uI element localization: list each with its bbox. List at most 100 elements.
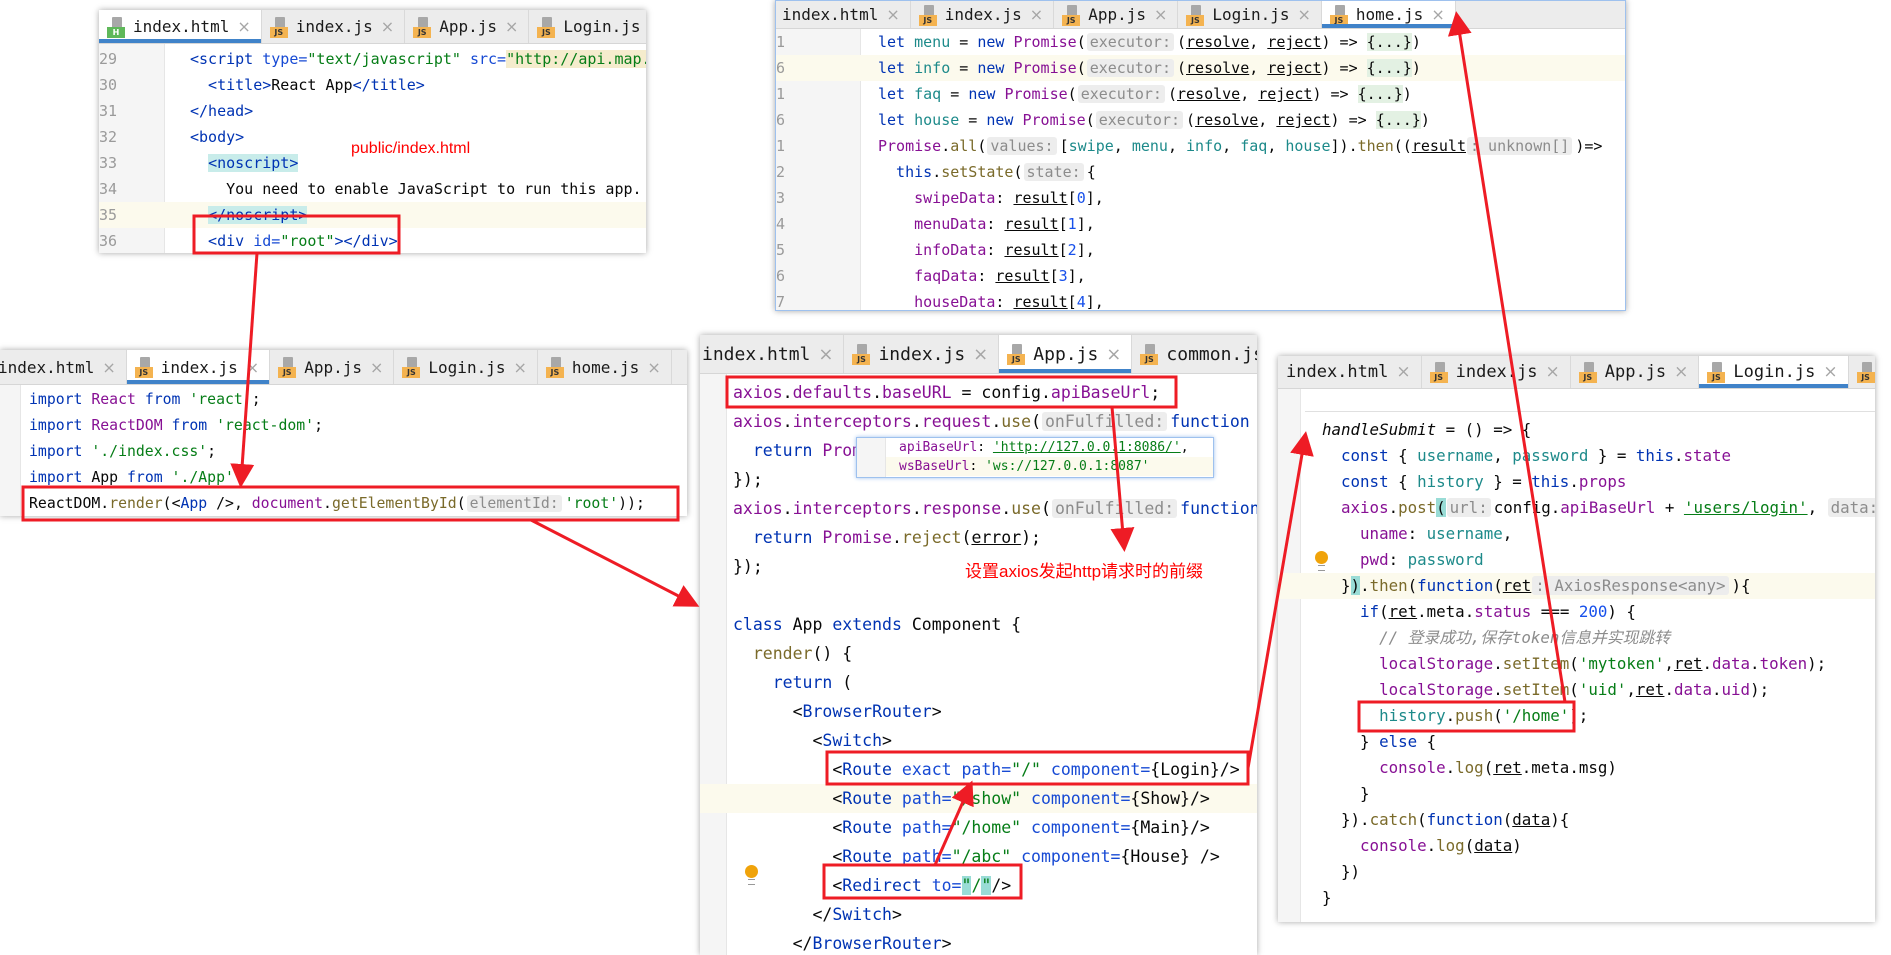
code-line[interactable]: 6 let info = new Promise(executor: (resolv… bbox=[776, 55, 1625, 81]
code-line[interactable]: axios.post(url: config.apiBaseUrl + 'user… bbox=[1278, 495, 1875, 521]
close-tab-icon[interactable]: × bbox=[1396, 362, 1410, 382]
tab-index-js[interactable]: JS index.js × bbox=[1422, 356, 1571, 388]
code-line[interactable]: return ( bbox=[700, 668, 1257, 697]
tab-App-js[interactable]: JS App.js × bbox=[999, 335, 1133, 373]
tab-index-js[interactable]: JS index.js × bbox=[262, 10, 406, 43]
close-tab-icon[interactable]: × bbox=[1297, 5, 1310, 24]
code-line[interactable]: handleSubmit = () => { bbox=[1278, 417, 1875, 443]
code-area[interactable]: 1 let menu = new Promise(executor: (resolv… bbox=[776, 29, 1625, 310]
close-tab-icon[interactable]: × bbox=[1154, 5, 1167, 24]
code-line[interactable]: import React from 'react'; bbox=[0, 387, 687, 413]
code-line[interactable]: uname: username, bbox=[1278, 521, 1875, 547]
tab-home-js[interactable]: JShome.js× bbox=[1321, 1, 1456, 28]
close-tab-icon[interactable]: × bbox=[647, 358, 660, 377]
close-tab-icon[interactable]: × bbox=[505, 17, 518, 36]
close-tab-icon[interactable]: × bbox=[973, 344, 988, 365]
code-line[interactable] bbox=[700, 581, 1257, 610]
tab-Login-js[interactable]: JSLogin.js× bbox=[1699, 356, 1849, 388]
code-line[interactable]: 1 let menu = new Promise(executor: (resolv… bbox=[776, 29, 1625, 55]
tab-home-js[interactable]: JShome.js× bbox=[538, 350, 672, 384]
close-tab-icon[interactable]: × bbox=[1431, 5, 1444, 24]
lightbulb-icon[interactable] bbox=[745, 865, 758, 885]
code-line[interactable]: } else { bbox=[1278, 729, 1875, 755]
code-line[interactable]: }) bbox=[1278, 859, 1875, 885]
tab-index-js[interactable]: JS index.js × bbox=[844, 335, 1000, 373]
code-line[interactable]: 2 this.setState(state:{ bbox=[776, 159, 1625, 185]
close-tab-icon[interactable]: × bbox=[1674, 362, 1688, 382]
close-tab-icon[interactable]: × bbox=[886, 5, 899, 24]
tab-App-js[interactable]: JS App.js × bbox=[1054, 1, 1179, 28]
code-line[interactable]: 36 <div id="root"></div> bbox=[99, 228, 646, 253]
code-line[interactable]: }).catch(function(data){ bbox=[1278, 807, 1875, 833]
code-line[interactable]: const { username, password } = this.stat… bbox=[1278, 443, 1875, 469]
code-line[interactable]: axios.interceptors.response.use(onFulfil… bbox=[700, 494, 1257, 523]
tab-index-js[interactable]: JS index.js × bbox=[126, 350, 271, 384]
code-line[interactable]: const { history } = this.props bbox=[1278, 469, 1875, 495]
code-line[interactable]: return Promise.reject(error); bbox=[700, 523, 1257, 552]
code-line[interactable]: render() { bbox=[700, 639, 1257, 668]
code-line[interactable]: 35 </noscript> bbox=[99, 202, 646, 228]
code-line[interactable]: 4 menuData: result[1], bbox=[776, 211, 1625, 237]
code-line[interactable]: ReactDOM.render(<App />, document.getEle… bbox=[0, 491, 687, 516]
code-line[interactable]: localStorage.setItem('uid',ret.data.uid)… bbox=[1278, 677, 1875, 703]
code-line[interactable]: 29 <script type="text/javascript" src="ht… bbox=[99, 46, 646, 72]
code-line[interactable]: axios.defaults.baseURL = config.apiBaseU… bbox=[700, 378, 1257, 407]
code-line[interactable]: </Switch> bbox=[700, 900, 1257, 929]
code-line[interactable]: </BrowserRouter> bbox=[700, 929, 1257, 955]
close-tab-icon[interactable]: × bbox=[102, 358, 115, 377]
code-line[interactable]: 6 let house = new Promise(executor: (resol… bbox=[776, 107, 1625, 133]
tab-App-js[interactable]: JS App.js × bbox=[270, 350, 395, 384]
code-line[interactable]: 1 Promise.all(values: [swipe, menu, info, … bbox=[776, 133, 1625, 159]
close-tab-icon[interactable]: × bbox=[818, 344, 833, 365]
lightbulb-icon[interactable] bbox=[1315, 551, 1328, 571]
code-line[interactable]: console.log(data) bbox=[1278, 833, 1875, 859]
code-line[interactable]: // 登录成功,保存token信息并实现跳转 bbox=[1278, 625, 1875, 651]
tab-Login-js[interactable]: JSLogin.js× bbox=[394, 350, 538, 384]
code-area[interactable]: handleSubmit = () => { const { username,… bbox=[1278, 389, 1875, 922]
code-line[interactable]: <Route path="/abc" component={House} /> bbox=[700, 842, 1257, 871]
code-area[interactable]: import React from 'react'; import ReactDO… bbox=[0, 385, 687, 516]
code-line[interactable]: 30 <title>React App</title> bbox=[99, 72, 646, 98]
code-line[interactable]: 34 You need to enable JavaScript to run … bbox=[99, 176, 646, 202]
close-tab-icon[interactable]: × bbox=[237, 17, 250, 36]
code-line[interactable]: <Redirect to="/"/> bbox=[700, 871, 1257, 900]
code-line[interactable]: axios.interceptors.request.use(onFulfill… bbox=[700, 407, 1257, 436]
code-line[interactable]: <Route path="/home" component={Main}/> bbox=[700, 813, 1257, 842]
close-tab-icon[interactable]: × bbox=[370, 358, 383, 377]
code-line[interactable]: history.push('/home'); bbox=[1278, 703, 1875, 729]
tab-index-html[interactable]: Hindex.html× bbox=[99, 10, 262, 43]
tab-index-html[interactable]: Hindex.html× bbox=[700, 335, 845, 373]
code-line[interactable]: 3 swipeData: result[0], bbox=[776, 185, 1625, 211]
tab-Login-js[interactable]: JSLogin.js× bbox=[1178, 1, 1322, 28]
close-tab-icon[interactable]: × bbox=[381, 17, 394, 36]
code-line[interactable]: import ReactDOM from 'react-dom'; bbox=[0, 413, 687, 439]
tab-index-html[interactable]: Hindex.html× bbox=[776, 1, 911, 28]
tab-home-js[interactable]: JShome.js× bbox=[1849, 356, 1875, 388]
code-line[interactable]: <BrowserRouter> bbox=[700, 697, 1257, 726]
code-line[interactable]: class App extends Component { bbox=[700, 610, 1257, 639]
close-tab-icon[interactable]: × bbox=[513, 358, 526, 377]
code-line[interactable]: import App from './App' bbox=[0, 465, 687, 491]
code-line[interactable]: <Route path="/show" component={Show}/> bbox=[700, 784, 1257, 813]
code-line[interactable]: <Switch> bbox=[700, 726, 1257, 755]
code-line[interactable]: <Route exact path="/" component={Login}/… bbox=[700, 755, 1257, 784]
tab-index-html[interactable]: Hindex.html× bbox=[0, 350, 127, 384]
tab-Login-js[interactable]: JSLogin.js× bbox=[529, 10, 646, 43]
code-line[interactable]: }).then(function(ret: AxiosResponse<any>… bbox=[1278, 573, 1875, 599]
close-tab-icon[interactable]: × bbox=[1546, 362, 1560, 382]
close-tab-icon[interactable]: × bbox=[1823, 362, 1837, 382]
code-line[interactable]: 6 faqData: result[3], bbox=[776, 263, 1625, 289]
code-line[interactable]: if(ret.meta.status === 200) { bbox=[1278, 599, 1875, 625]
tab-index-js[interactable]: JS index.js × bbox=[911, 1, 1055, 28]
code-line[interactable]: 31 </head> bbox=[99, 98, 646, 124]
code-line[interactable]: } bbox=[1278, 781, 1875, 807]
code-line[interactable]: } bbox=[1278, 885, 1875, 911]
tab-App-js[interactable]: JS App.js × bbox=[405, 10, 530, 43]
code-line[interactable]: 5 infoData: result[2], bbox=[776, 237, 1625, 263]
code-line[interactable]: import './index.css'; bbox=[0, 439, 687, 465]
close-tab-icon[interactable]: × bbox=[1106, 344, 1121, 365]
close-tab-icon[interactable]: × bbox=[246, 358, 259, 377]
code-line[interactable]: 1 let faq = new Promise(executor: (resolve… bbox=[776, 81, 1625, 107]
code-line[interactable]: 7 houseData: result[4], bbox=[776, 289, 1625, 310]
tab-common-js[interactable]: JScommon.js× bbox=[1132, 335, 1257, 373]
